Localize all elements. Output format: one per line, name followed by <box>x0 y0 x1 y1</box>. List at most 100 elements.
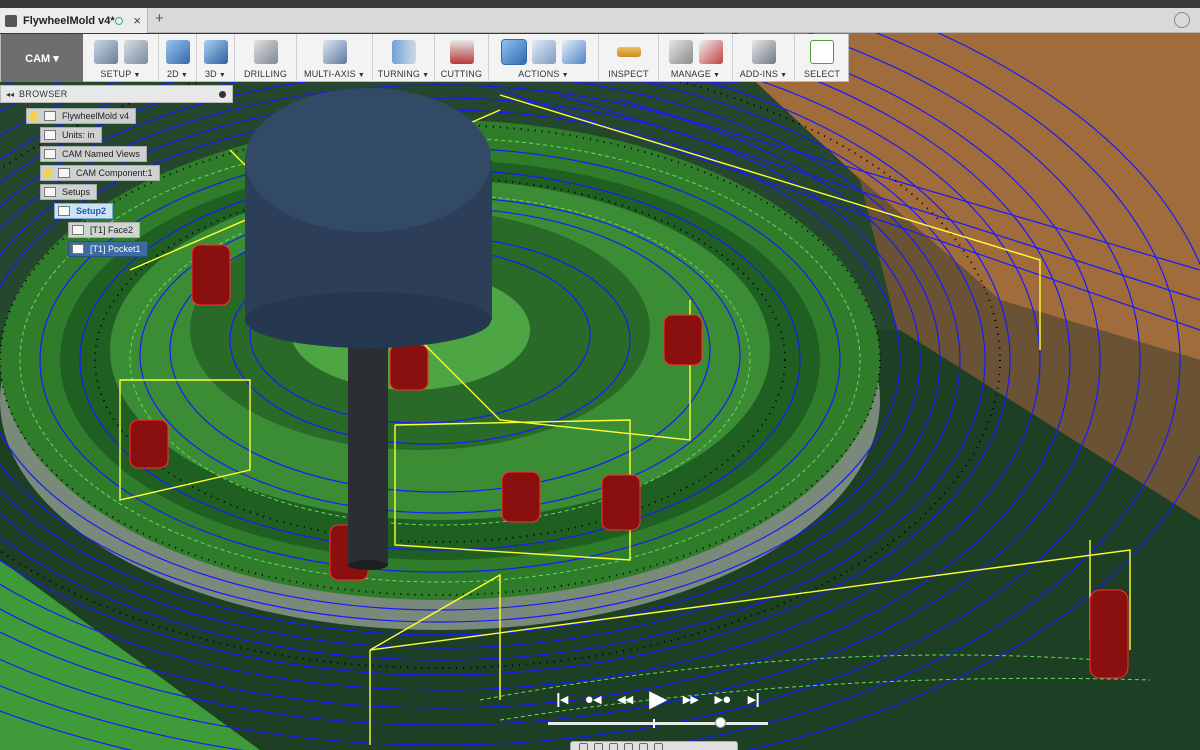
os-title-strip <box>0 0 1200 8</box>
step-forward-button[interactable]: ▸▸ <box>683 690 698 708</box>
add-ins-menu-label[interactable]: ADD-INS ▼ <box>740 69 788 79</box>
browser-title: BROWSER <box>19 89 68 99</box>
drill-icon[interactable] <box>253 40 278 64</box>
simulate-icon[interactable] <box>500 39 527 65</box>
select-label[interactable]: SELECT <box>804 69 840 79</box>
pin-icon[interactable] <box>219 90 226 98</box>
next-operation-button[interactable]: ▸● <box>715 690 732 708</box>
scripts-icon[interactable] <box>751 40 776 64</box>
timeline-knob[interactable] <box>714 717 726 728</box>
tree-setup2[interactable]: Setup2 <box>54 203 114 219</box>
tool-library-icon[interactable] <box>668 40 693 64</box>
profile-icon[interactable] <box>1174 12 1190 28</box>
multi-axis-icon[interactable] <box>322 40 347 64</box>
select-group[interactable]: SELECT <box>795 34 849 82</box>
3d-viewport[interactable] <box>0 0 1200 750</box>
step-back-button[interactable]: ◂◂ <box>618 690 633 708</box>
setup-group[interactable]: SETUP ▼ <box>83 34 159 82</box>
turning-icon[interactable] <box>391 40 416 64</box>
multi-axis-group[interactable]: MULTI-AXIS ▼ <box>297 34 373 82</box>
previous-operation-button[interactable]: ●◂ <box>585 690 602 708</box>
tree-setups[interactable]: Setups <box>40 184 98 200</box>
cam-toolbar: CAM ▾ SETUP ▼ 2D ▼ 3D ▼ DRILLING MULTI-AXIS… <box>0 34 849 82</box>
drilling-group[interactable]: DRILLING <box>235 34 297 82</box>
visibility-bulb-icon[interactable] <box>30 111 38 121</box>
inspect-label[interactable]: INSPECT <box>608 69 648 79</box>
collapse-browser-button[interactable]: ◂◂ <box>1 90 19 99</box>
go-to-start-button[interactable]: |◂ <box>556 690 568 708</box>
3d-group[interactable]: 3D ▼ <box>197 34 235 82</box>
display-settings-icon[interactable] <box>639 743 648 750</box>
tree-named-views[interactable]: CAM Named Views <box>40 146 147 162</box>
template-library-icon[interactable] <box>698 40 723 64</box>
pocket-operation-icon <box>72 244 84 254</box>
fit-icon[interactable] <box>624 743 633 750</box>
play-button[interactable]: ▶ <box>650 686 667 712</box>
2d-menu-label[interactable]: 2D ▼ <box>167 69 188 79</box>
tree-root-document[interactable]: FlywheelMold v4 <box>26 108 137 124</box>
select-cursor-icon[interactable] <box>810 40 834 64</box>
grid-settings-icon[interactable] <box>654 743 663 750</box>
measure-icon[interactable] <box>616 47 641 57</box>
actions-menu-label[interactable]: ACTIONS ▼ <box>518 69 569 79</box>
turning-menu-label[interactable]: TURNING ▼ <box>378 69 430 79</box>
save-status-icon <box>115 16 124 25</box>
post-process-icon[interactable] <box>531 40 556 64</box>
tree-node-label: Setup2 <box>76 206 107 216</box>
document-tab-bar: FlywheelMold v4* × + <box>0 8 1200 33</box>
folder-icon <box>44 149 56 159</box>
tree-operation-face[interactable]: [T1] Face2 <box>68 222 141 238</box>
setups-icon <box>44 187 56 197</box>
setup-sheet-icon[interactable] <box>561 40 586 64</box>
visibility-bulb-icon[interactable] <box>44 168 52 178</box>
simulation-playback-controls: |◂ ●◂ ◂◂ ▶ ▸▸ ▸● ▸| <box>548 684 768 714</box>
new-setup-icon[interactable] <box>93 40 118 64</box>
tree-node-label: CAM Component:1 <box>76 168 153 178</box>
tree-node-label: Units: in <box>62 130 95 140</box>
units-doc-icon <box>44 130 56 140</box>
open-setup-icon[interactable] <box>123 40 148 64</box>
component-icon <box>58 168 70 178</box>
zoom-icon[interactable] <box>609 743 618 750</box>
go-to-end-button[interactable]: ▸| <box>748 690 760 708</box>
design-file-icon <box>5 14 17 27</box>
add-ins-group[interactable]: ADD-INS ▼ <box>733 34 795 82</box>
actions-group[interactable]: ACTIONS ▼ <box>489 34 599 82</box>
face-operation-icon <box>72 225 84 235</box>
navigation-bar <box>570 741 738 750</box>
cutting-group[interactable]: CUTTING <box>435 34 489 82</box>
inspect-group[interactable]: INSPECT <box>599 34 659 82</box>
3d-menu-label[interactable]: 3D ▼ <box>205 69 226 79</box>
simulation-timeline-slider[interactable] <box>548 717 768 728</box>
multi-axis-menu-label[interactable]: MULTI-AXIS ▼ <box>304 69 365 79</box>
setup-icon <box>58 206 70 216</box>
3d-toolpath-icon[interactable] <box>203 40 228 64</box>
new-tab-button[interactable]: + <box>155 10 164 27</box>
workspace-switcher[interactable]: CAM ▾ <box>1 34 83 82</box>
cutting-icon[interactable] <box>449 40 474 64</box>
pan-icon[interactable] <box>594 743 603 750</box>
manage-group[interactable]: MANAGE ▼ <box>659 34 733 82</box>
tree-units[interactable]: Units: in <box>40 127 102 143</box>
close-tab-button[interactable]: × <box>133 13 141 28</box>
tree-cam-component[interactable]: CAM Component:1 <box>40 165 160 181</box>
cutting-label[interactable]: CUTTING <box>441 69 482 79</box>
2d-group[interactable]: 2D ▼ <box>159 34 197 82</box>
document-title: FlywheelMold v4* <box>23 14 115 27</box>
cam-workspace-window: FlywheelMold v4* × + CAM ▾ SETUP ▼ 2D ▼ 3D… <box>0 0 1200 750</box>
setup-menu-label[interactable]: SETUP ▼ <box>100 69 140 79</box>
manage-menu-label[interactable]: MANAGE ▼ <box>671 69 720 79</box>
turning-group[interactable]: TURNING ▼ <box>373 34 435 82</box>
tree-operation-pocket[interactable]: [T1] Pocket1 <box>68 241 148 257</box>
tree-node-label: FlywheelMold v4 <box>62 111 130 121</box>
browser-panel-header[interactable]: ◂◂ BROWSER <box>0 85 233 103</box>
tree-node-label: [T1] Face2 <box>90 225 134 235</box>
tree-node-label: CAM Named Views <box>62 149 140 159</box>
2d-toolpath-icon[interactable] <box>165 40 190 64</box>
orbit-icon[interactable] <box>579 743 588 750</box>
document-tab[interactable]: FlywheelMold v4* × <box>0 8 148 33</box>
component-icon <box>44 111 56 121</box>
drilling-label[interactable]: DRILLING <box>244 69 287 79</box>
tree-node-label: [T1] Pocket1 <box>90 244 141 254</box>
timeline-marker <box>652 719 655 728</box>
